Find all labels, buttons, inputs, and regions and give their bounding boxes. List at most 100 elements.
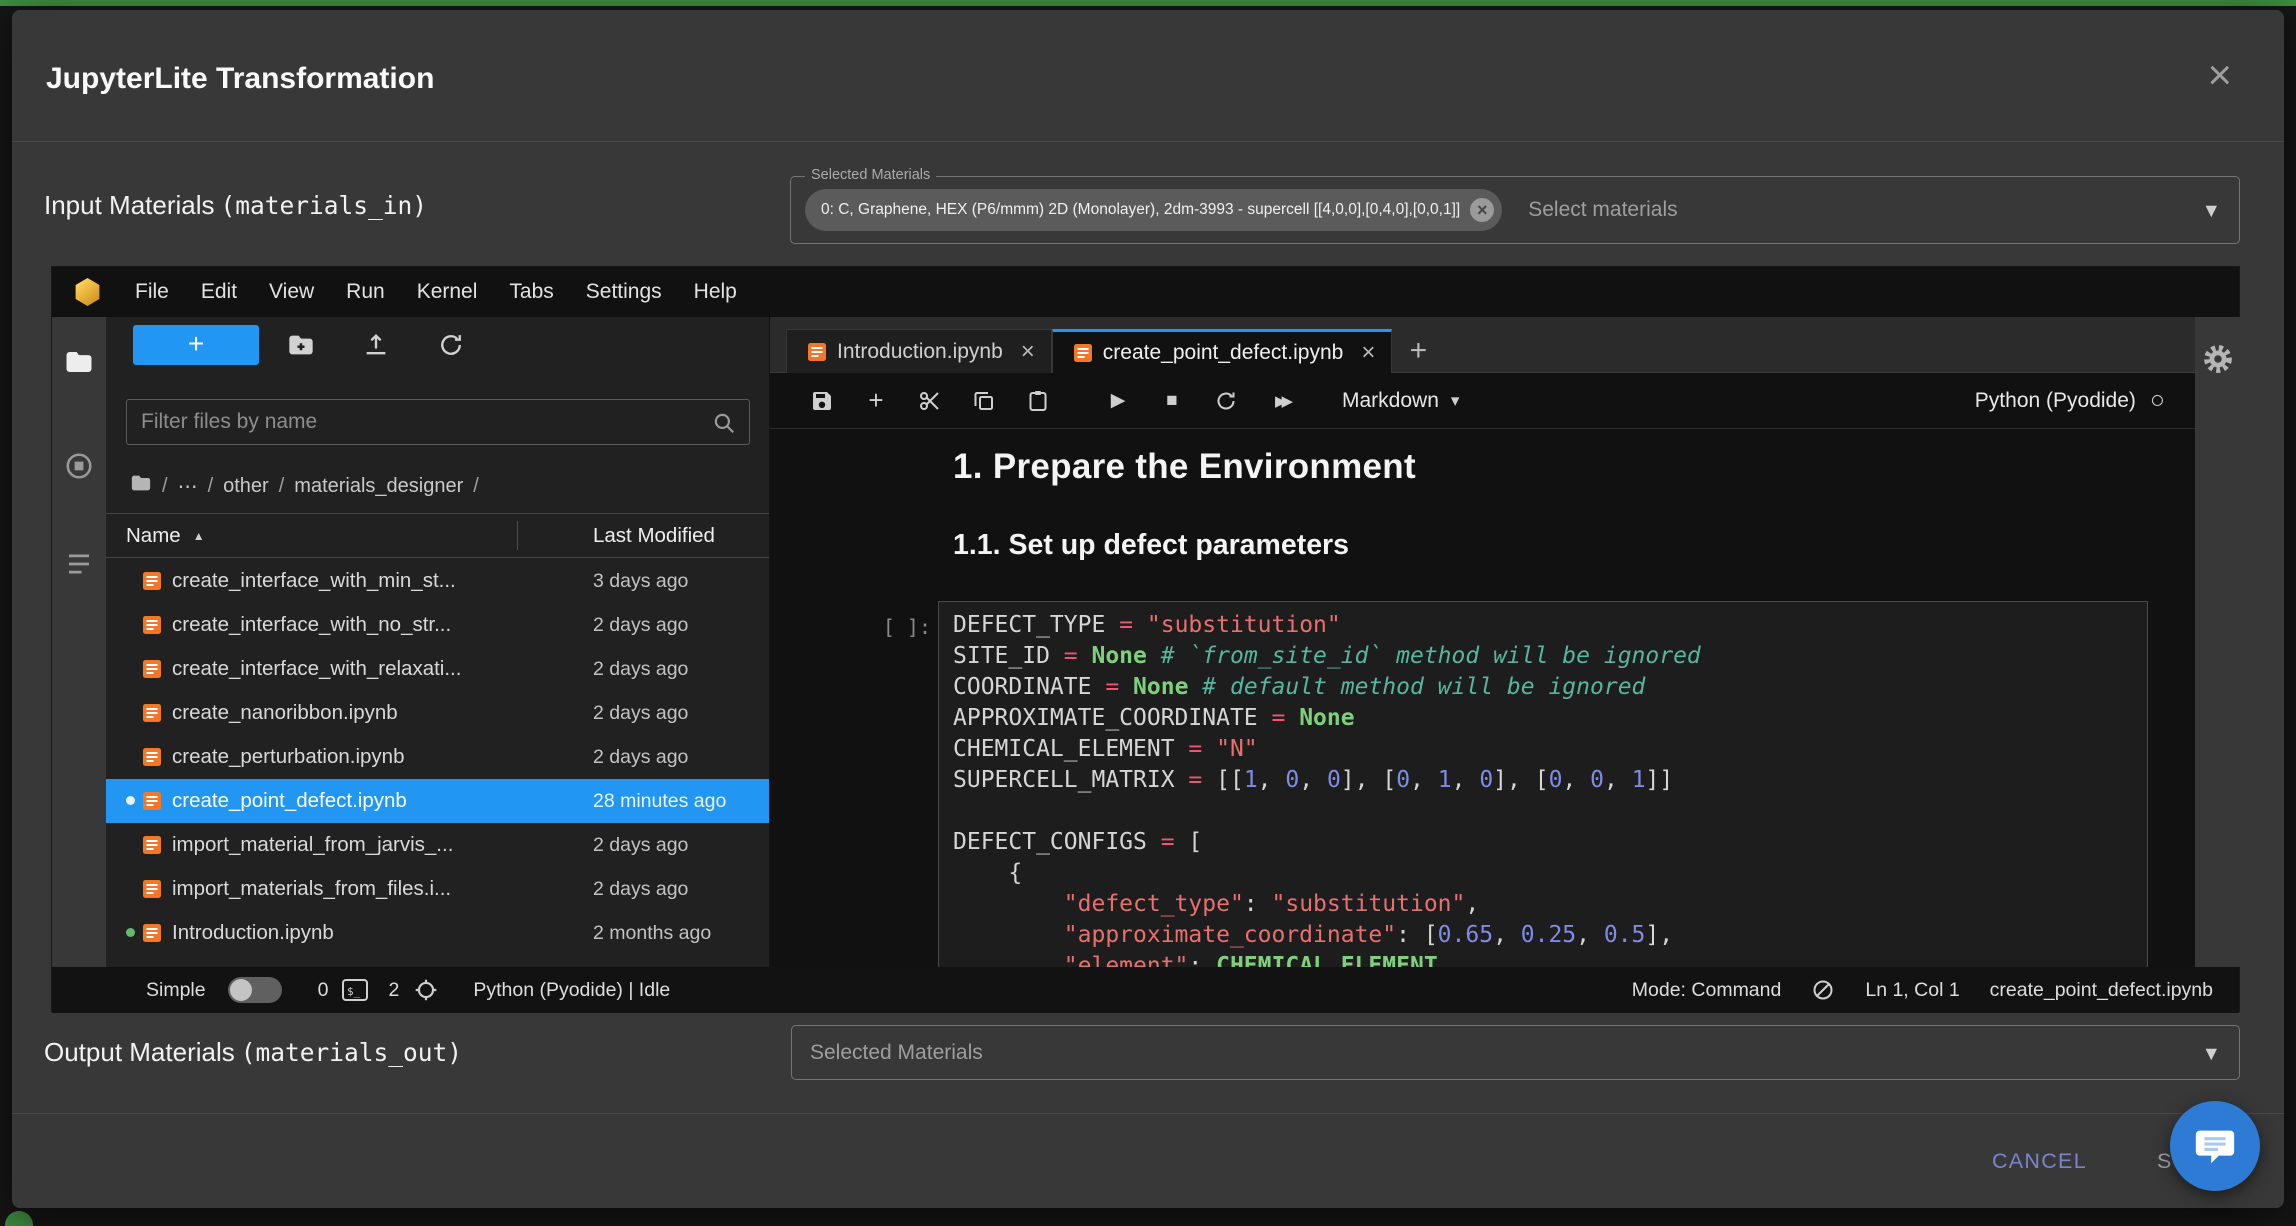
status-bar: Simple 0 $_ 2 Python (Pyodide) | Idle Mo…: [52, 967, 2239, 1013]
notebook-tab[interactable]: Introduction.ipynb×: [786, 329, 1052, 373]
output-materials-select[interactable]: Selected Materials ▾: [791, 1025, 2240, 1080]
file-row[interactable]: import_materials_from_files.i...2 days a…: [106, 867, 769, 911]
menu-item-edit[interactable]: Edit: [185, 267, 253, 317]
code-token: =: [1161, 829, 1189, 855]
file-row[interactable]: create_interface_with_min_st...3 days ag…: [106, 559, 769, 603]
running-sessions-icon[interactable]: [62, 449, 96, 483]
chevron-down-icon: ▾: [1451, 391, 1460, 411]
file-row[interactable]: import_material_from_jarvis_...2 days ag…: [106, 823, 769, 867]
new-launcher-button[interactable]: +: [133, 325, 259, 365]
terminal-icon[interactable]: $_: [342, 979, 368, 1001]
statusbar-filename: create_point_defect.ipynb: [1990, 979, 2213, 1002]
chevron-down-icon[interactable]: ▾: [2205, 1039, 2217, 1066]
restart-kernel-icon[interactable]: [1214, 389, 1238, 413]
code-token: ,: [1465, 891, 1479, 917]
table-of-contents-icon[interactable]: [62, 547, 96, 581]
file-row[interactable]: Introduction.ipynb2 months ago: [106, 911, 769, 955]
file-list-header: Name ▲ Last Modified: [106, 513, 769, 558]
notebook-trust-icon[interactable]: [1811, 978, 1835, 1002]
menu-item-settings[interactable]: Settings: [570, 267, 678, 317]
save-icon[interactable]: [810, 389, 834, 413]
refresh-icon[interactable]: [436, 330, 466, 360]
simple-mode-toggle[interactable]: [228, 977, 282, 1003]
code-line: DEFECT_TYPE = "substitution": [953, 610, 2133, 641]
upload-icon[interactable]: [361, 330, 391, 360]
notebook-tab[interactable]: create_point_defect.ipynb×: [1052, 329, 1393, 373]
material-chip[interactable]: 0: C, Graphene, HEX (P6/mmm) 2D (Monolay…: [805, 189, 1502, 231]
chip-remove-icon[interactable]: ×: [1470, 198, 1494, 222]
new-folder-icon[interactable]: [286, 330, 316, 360]
column-header-name[interactable]: Name ▲: [126, 514, 205, 557]
run-cell-icon[interactable]: ▶: [1106, 389, 1130, 413]
code-token: DEFECT_TYPE: [953, 612, 1119, 638]
paste-cell-icon[interactable]: [1026, 389, 1050, 413]
chat-bubble-button[interactable]: [2170, 1101, 2260, 1191]
code-token: "substitution": [1147, 612, 1341, 638]
code-cell[interactable]: DEFECT_TYPE = "substitution"SITE_ID = No…: [938, 601, 2148, 967]
file-row[interactable]: create_perturbation.ipynb2 days ago: [106, 735, 769, 779]
code-token: 0: [1285, 767, 1299, 793]
menu-item-run[interactable]: Run: [330, 267, 401, 317]
breadcrumb-item[interactable]: other: [223, 475, 269, 498]
code-token: ,: [1576, 922, 1604, 948]
settings-gear-icon[interactable]: [2202, 343, 2234, 375]
dialog-header: JupyterLite Transformation ×: [12, 10, 2284, 142]
cut-cell-icon[interactable]: [918, 389, 942, 413]
cancel-button[interactable]: CANCEL: [1992, 1149, 2087, 1174]
kernel-indicator[interactable]: Python (Pyodide) ○: [1975, 388, 2165, 413]
add-cell-icon[interactable]: +: [864, 389, 888, 413]
jupyterlite-embed: FileEditViewRunKernelTabsSettingsHelp +: [51, 266, 2240, 1012]
code-token: [953, 953, 1064, 967]
copy-cell-icon[interactable]: [972, 389, 996, 413]
code-line: [953, 796, 2133, 827]
command-mode-label[interactable]: Mode: Command: [1632, 979, 1782, 1002]
code-token: ,: [1410, 767, 1438, 793]
tab-close-icon[interactable]: ×: [1021, 340, 1035, 364]
file-filter-input[interactable]: [127, 400, 749, 444]
input-materials-select[interactable]: Selected Materials 0: C, Graphene, HEX (…: [790, 176, 2240, 244]
menu-item-help[interactable]: Help: [678, 267, 753, 317]
input-materials-label-code: (materials_in): [221, 191, 428, 220]
code-token: [: [1188, 829, 1202, 855]
pyodide-logo-icon: [74, 278, 101, 306]
add-tab-icon[interactable]: +: [1392, 329, 1444, 373]
kernel-status-text[interactable]: Python (Pyodide) | Idle: [473, 979, 670, 1002]
menu-item-kernel[interactable]: Kernel: [401, 267, 494, 317]
chevron-down-icon[interactable]: ▾: [2205, 197, 2217, 224]
code-token: DEFECT_CONFIGS: [953, 829, 1161, 855]
home-folder-icon[interactable]: [130, 472, 152, 500]
file-row[interactable]: create_interface_with_relaxati...2 days …: [106, 647, 769, 691]
stop-kernel-icon[interactable]: ■: [1160, 389, 1184, 413]
breadcrumb-item[interactable]: materials_designer: [294, 475, 463, 498]
file-row[interactable]: create_point_defect.ipynb28 minutes ago: [106, 779, 769, 823]
code-token: 0: [1590, 767, 1604, 793]
cell-type-dropdown[interactable]: Markdown ▾: [1342, 389, 1459, 413]
column-header-modified[interactable]: Last Modified: [593, 514, 715, 557]
code-lines: DEFECT_TYPE = "substitution"SITE_ID = No…: [953, 610, 2133, 967]
code-token: [953, 891, 1064, 917]
breadcrumb-item[interactable]: ⋯: [178, 474, 198, 499]
menu-item-view[interactable]: View: [253, 267, 330, 317]
file-row[interactable]: create_interface_with_no_str...2 days ag…: [106, 603, 769, 647]
open-indicator-dot: [124, 603, 138, 647]
file-browser-icon[interactable]: [62, 345, 96, 379]
close-icon[interactable]: ×: [2207, 54, 2232, 96]
file-row[interactable]: create_nanoribbon.ipynb2 days ago: [106, 691, 769, 735]
notebook-toolbar: + ▶ ■ ▶▶: [770, 373, 2195, 429]
breadcrumb-segments: /⋯/other/materials_designer/: [152, 474, 489, 499]
jupyter-body: +: [52, 317, 2239, 967]
cursor-position-label[interactable]: Ln 1, Col 1: [1865, 979, 1959, 1002]
restart-run-all-icon[interactable]: ▶▶: [1268, 389, 1300, 413]
menu-item-file[interactable]: File: [119, 267, 185, 317]
menu-item-tabs[interactable]: Tabs: [493, 267, 569, 317]
kernel-sessions-icon[interactable]: [413, 977, 439, 1003]
code-line: SITE_ID = None # `from_site_id` method w…: [953, 641, 2133, 672]
input-field-label: Selected Materials: [805, 167, 936, 183]
file-name: import_materials_from_files.i...: [172, 877, 451, 901]
tab-close-icon[interactable]: ×: [1361, 341, 1375, 365]
kernels-count: 2: [388, 979, 399, 1002]
code-token: 1: [1438, 767, 1452, 793]
code-line: "approximate_coordinate": [0.65, 0.25, 0…: [953, 920, 2133, 951]
code-token: {: [953, 860, 1022, 886]
notebook-panel: Introduction.ipynb×create_point_defect.i…: [770, 317, 2195, 967]
